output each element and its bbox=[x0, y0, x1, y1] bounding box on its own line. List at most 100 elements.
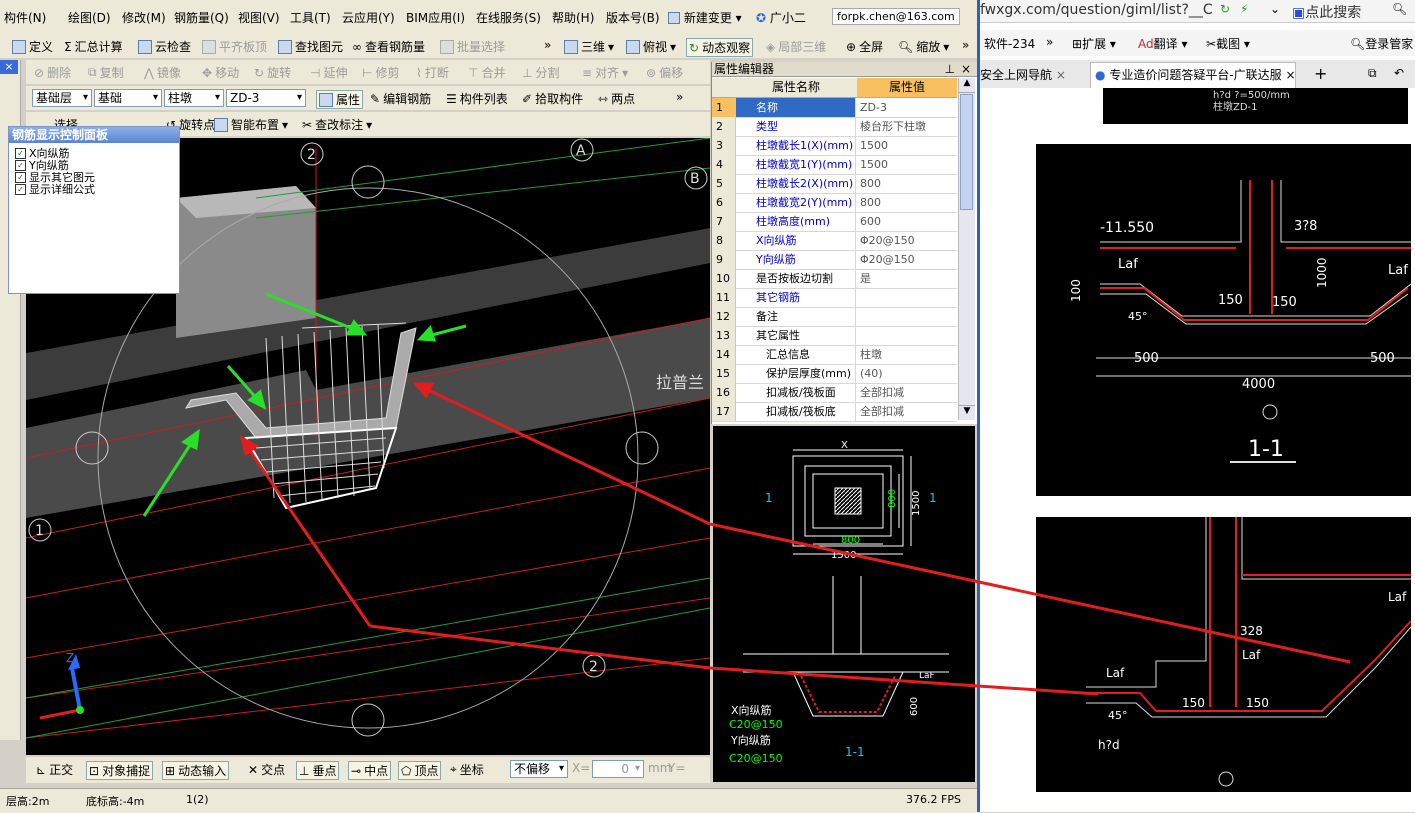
property-row[interactable]: 16 扣减板/筏板面 全部扣减 bbox=[712, 383, 957, 403]
property-value[interactable]: Φ20@150 bbox=[857, 250, 960, 269]
search-box[interactable]: ▣点此搜索 bbox=[1292, 2, 1361, 22]
edit-rebar-button[interactable]: ✎ 编辑钢筋 bbox=[370, 90, 431, 107]
property-row[interactable]: 9 Y向纵筋 Φ20@150 bbox=[712, 250, 957, 270]
perpendicular-snap[interactable]: ⊥ 垂点 bbox=[296, 761, 340, 780]
property-row[interactable]: 6 柱墩截宽2(Y)(mm) 800 bbox=[712, 193, 957, 213]
property-value[interactable]: (40) bbox=[857, 364, 960, 383]
zoom-button[interactable]: 🔍︎ 缩放 ▾ bbox=[898, 38, 949, 55]
property-row[interactable]: 5 柱墩截长2(X)(mm) 800 bbox=[712, 174, 957, 194]
type-select[interactable]: 柱墩 bbox=[164, 89, 224, 107]
scroll-down-icon[interactable]: ▼ bbox=[959, 405, 975, 420]
cloud-check-button[interactable]: 云检查 bbox=[138, 38, 191, 55]
property-row[interactable]: 7 柱墩高度(mm) 600 bbox=[712, 212, 957, 232]
dynamic-input-toggle[interactable]: ⊞ 动态输入 bbox=[162, 761, 230, 780]
property-row[interactable]: 2 类型 棱台形下柱墩 bbox=[712, 117, 957, 137]
property-row[interactable]: 8 X向纵筋 Φ20@150 bbox=[712, 231, 957, 251]
property-value[interactable]: 全部扣减 bbox=[857, 383, 960, 402]
tab-glodon-qa[interactable]: ● 专业造价问题答疑平台-广联达服 × bbox=[1090, 62, 1296, 88]
menu-help[interactable]: 帮助(H) bbox=[552, 9, 594, 26]
midpoint-snap[interactable]: ⊸ 中点 bbox=[348, 761, 392, 780]
property-value[interactable]: 600 bbox=[857, 212, 960, 231]
lightning-icon[interactable]: ⚡ bbox=[1240, 2, 1248, 16]
property-value[interactable]: 是 bbox=[857, 269, 960, 288]
menu-assistant[interactable]: ✪ 广小二 bbox=[756, 9, 806, 26]
intersection-snap[interactable]: ✕ 交点 bbox=[248, 761, 285, 778]
extensions-button[interactable]: ⊞扩展 ▾ bbox=[1072, 35, 1116, 52]
checkbox-detail-formula[interactable]: ✓ 显示详细公式 bbox=[15, 183, 179, 196]
menu-draw[interactable]: 绘图(D) bbox=[68, 9, 111, 26]
menu-component[interactable]: 构件(N) bbox=[4, 9, 46, 26]
chevron-down-icon[interactable]: ⌄ bbox=[1270, 2, 1280, 16]
property-value[interactable]: 棱台形下柱墩 bbox=[857, 117, 960, 136]
more-chevron-icon[interactable]: » bbox=[544, 38, 551, 52]
refresh-icon[interactable]: ↻ bbox=[1220, 2, 1230, 16]
menu-view[interactable]: 视图(V) bbox=[238, 9, 280, 26]
layer-select[interactable]: 基础层 bbox=[32, 89, 92, 107]
flat-top-button[interactable]: 平齐板顶 bbox=[202, 38, 267, 55]
property-row[interactable]: 10 是否按板边切割是 bbox=[712, 269, 957, 289]
smart-layout-button[interactable]: 智能布置 ▾ bbox=[214, 116, 288, 133]
mirror-button[interactable]: ⋀ 镜像 bbox=[144, 64, 181, 81]
full-screen-button[interactable]: ⊕ 全屏 bbox=[846, 38, 883, 55]
offset-mode-select[interactable]: 不偏移 bbox=[510, 760, 568, 778]
break-button[interactable]: ⌇ 打断 bbox=[416, 64, 449, 81]
component-name-select[interactable]: ZD-3 bbox=[226, 89, 306, 107]
object-snap-toggle[interactable]: ⊡ 对象捕捉 bbox=[86, 761, 154, 780]
merge-button[interactable]: ⊤ 合并 bbox=[468, 64, 505, 81]
close-icon[interactable]: × bbox=[1285, 68, 1295, 82]
pick-component-button[interactable]: ✐ 拾取构件 bbox=[522, 90, 583, 107]
x-coord-input[interactable]: 0 bbox=[592, 760, 644, 778]
coordinate-snap[interactable]: ⌖ 坐标 bbox=[450, 761, 484, 778]
copy-button[interactable]: ⧉ 复制 bbox=[88, 64, 124, 81]
property-scrollbar[interactable]: ▲ ▼ bbox=[958, 78, 975, 420]
top-view-button[interactable]: 俯视 ▾ bbox=[626, 38, 676, 55]
property-value[interactable]: 800 bbox=[857, 193, 960, 212]
pin-icon[interactable]: ⊥ bbox=[945, 62, 955, 76]
find-element-button[interactable]: 查找图元 bbox=[278, 38, 343, 55]
undo-icon[interactable]: ↶ bbox=[1394, 66, 1404, 80]
property-value[interactable]: 全部扣减 bbox=[857, 402, 960, 421]
vertex-snap[interactable]: ⬠ 顶点 bbox=[398, 761, 442, 780]
view-rebar-button[interactable]: ∞ 查看钢筋量 bbox=[352, 38, 425, 55]
menu-tools[interactable]: 工具(T) bbox=[290, 9, 331, 26]
close-icon[interactable]: × bbox=[1056, 68, 1066, 82]
close-icon[interactable]: × bbox=[961, 62, 971, 76]
property-row[interactable]: 15 保护层厚度(mm) (40) bbox=[712, 364, 957, 384]
property-row[interactable]: 12 备注 bbox=[712, 307, 957, 327]
modify-label-button[interactable]: ✂ 查改标注 ▾ bbox=[302, 116, 372, 133]
two-points-button[interactable]: ⇿ 两点 bbox=[598, 90, 635, 107]
property-value[interactable]: Φ20@150 bbox=[857, 231, 960, 250]
property-row[interactable]: 4 柱墩截宽1(Y)(mm) 1500 bbox=[712, 155, 957, 175]
menu-new-change[interactable]: 新建变更 ▾ bbox=[668, 9, 742, 26]
user-account-dropdown[interactable]: forpk.chen@163.com bbox=[832, 8, 960, 25]
property-row[interactable]: 1 名称 ZD-3 bbox=[712, 98, 957, 118]
more-chevron-icon[interactable]: » bbox=[962, 38, 969, 52]
more-chevron-icon[interactable]: » bbox=[1046, 35, 1053, 49]
property-row[interactable]: 14 汇总信息 柱墩 bbox=[712, 345, 957, 365]
login-manager-button[interactable]: 🔍︎登录管家 bbox=[1350, 35, 1413, 52]
property-value[interactable]: 1500 bbox=[857, 155, 960, 174]
property-value[interactable]: 800 bbox=[857, 174, 960, 193]
rotate-button[interactable]: ↻ 旋转 bbox=[254, 64, 291, 81]
category-select[interactable]: 基础 bbox=[94, 89, 162, 107]
tab-safe-nav[interactable]: 安全上网导航 × bbox=[980, 66, 1086, 83]
align-button[interactable]: ≡ 对齐 ▾ bbox=[582, 64, 628, 81]
close-icon[interactable]: × bbox=[0, 60, 18, 74]
more-chevron-icon[interactable]: » bbox=[676, 90, 683, 104]
property-row[interactable]: 17 扣减板/筏板底 全部扣减 bbox=[712, 402, 957, 422]
menu-rebar-quantity[interactable]: 钢筋量(Q) bbox=[174, 9, 229, 26]
trim-button[interactable]: ⊢ 修剪 bbox=[362, 64, 399, 81]
partial-3d-button[interactable]: ◈ 局部三维 bbox=[766, 38, 826, 55]
translate-button[interactable]: Ad翻译 ▾ bbox=[1138, 35, 1187, 52]
extend-button[interactable]: ⊣ 延伸 bbox=[310, 64, 347, 81]
properties-button[interactable]: 属性 bbox=[316, 90, 364, 109]
ortho-toggle[interactable]: ⊾ 正交 bbox=[36, 761, 73, 778]
property-row[interactable]: 13 其它属性 bbox=[712, 326, 957, 346]
component-list-button[interactable]: ☰ 构件列表 bbox=[446, 90, 508, 107]
menu-bim[interactable]: BIM应用(I) bbox=[406, 9, 465, 26]
menu-modify[interactable]: 修改(M) bbox=[122, 9, 166, 26]
restore-icon[interactable]: ⧉ bbox=[1368, 66, 1377, 81]
bookmark-software[interactable]: 软件-234 bbox=[984, 35, 1035, 52]
url-text[interactable]: fwxgx.com/question/giml/list?__C bbox=[980, 2, 1213, 18]
move-button[interactable]: ✥ 移动 bbox=[202, 64, 239, 81]
